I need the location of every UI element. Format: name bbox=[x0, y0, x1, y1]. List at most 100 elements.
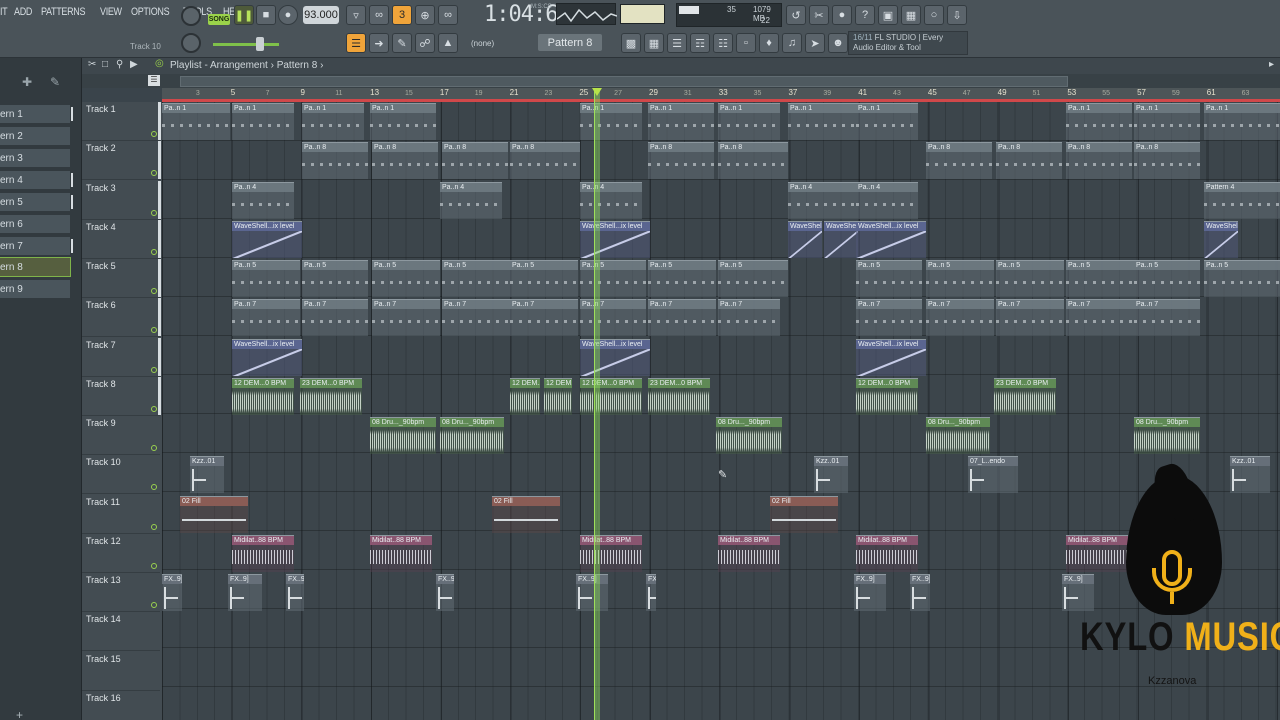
track-mute-strip[interactable] bbox=[158, 259, 161, 297]
playlist-clip[interactable]: 12 DEM...0 BPM bbox=[544, 377, 572, 415]
playlist-clip[interactable]: Pa..n 4 bbox=[440, 181, 502, 219]
playlist-clip[interactable]: Pa..n 1 bbox=[788, 103, 856, 140]
playlist-clip[interactable]: Kzz..01 bbox=[190, 456, 224, 494]
playlist-clip[interactable]: Pa..n 5 bbox=[1204, 260, 1280, 297]
pattern-item-8[interactable]: ern 8 bbox=[0, 257, 71, 277]
playlist-clip[interactable]: Pa..n 8 bbox=[718, 142, 788, 180]
playlist-clip[interactable]: Pa..n 5 bbox=[1134, 260, 1200, 297]
track-mute-strip[interactable] bbox=[158, 337, 161, 376]
track-header[interactable]: Track 3 bbox=[82, 180, 161, 220]
playlist-clip[interactable]: Pa..n 8 bbox=[510, 142, 580, 180]
playlist-clip[interactable]: Midilat..88 BPM bbox=[580, 534, 642, 572]
track-mute-strip[interactable] bbox=[158, 376, 161, 415]
playlist-clip[interactable]: WaveShell...ix level bbox=[232, 220, 302, 258]
pattern-item-4[interactable]: ern 4 bbox=[0, 171, 73, 189]
playlist-clip[interactable]: Pa..n 7 bbox=[648, 299, 716, 337]
song-mode-indicator[interactable]: SONG bbox=[208, 14, 230, 25]
stop-icon[interactable]: ■ bbox=[256, 5, 276, 25]
slice-icon[interactable]: ✂ bbox=[88, 59, 96, 70]
playlist-clip[interactable]: 02 Fill bbox=[770, 495, 838, 533]
playlist-clip[interactable]: WaveShell...ix level bbox=[1204, 220, 1238, 258]
track-active-led-icon[interactable] bbox=[151, 131, 157, 137]
playlist-clip[interactable]: Pa..n 8 bbox=[372, 142, 438, 180]
playlist-clip[interactable]: 23 DEM...0 BPM bbox=[300, 377, 362, 415]
playlist-clip[interactable]: Pa..n 1 bbox=[1204, 103, 1280, 140]
playlist-clip[interactable]: Pa..n 5 bbox=[580, 260, 646, 297]
arrow-icon[interactable]: ➜ bbox=[369, 33, 389, 53]
playlist-clip[interactable]: Pa..n 5 bbox=[1066, 260, 1134, 297]
zoom-icon[interactable]: ⚲ bbox=[116, 59, 123, 70]
link-icon[interactable]: ☍ bbox=[415, 33, 435, 53]
countdown-icon[interactable]: 3 bbox=[392, 5, 412, 25]
playlist-clip[interactable]: Pa..n 4 bbox=[232, 181, 294, 219]
playlist-clip[interactable]: Pa..n 1 bbox=[718, 103, 780, 140]
playlist-clip[interactable]: 12 DEM...0 BPM bbox=[510, 377, 540, 415]
playlist-clip[interactable]: Pa..n 7 bbox=[926, 299, 994, 337]
playlist-clip[interactable]: Pa..n 5 bbox=[302, 260, 368, 297]
track-mute-strip[interactable] bbox=[158, 298, 161, 337]
playlist-clip[interactable]: 23 DEM...0 BPM bbox=[994, 377, 1056, 415]
playhead[interactable] bbox=[594, 88, 600, 720]
playlist-clip[interactable]: Midilat..88 BPM bbox=[370, 534, 432, 572]
pattern-item-9[interactable]: ern 9 bbox=[0, 280, 70, 298]
playlist-clip[interactable]: Pa..n 5 bbox=[442, 260, 510, 297]
plugin-icon[interactable]: ♦ bbox=[759, 33, 779, 53]
undo-icon[interactable]: ↺ bbox=[786, 5, 806, 25]
plus-icon[interactable]: ✚ bbox=[22, 75, 32, 89]
track-header[interactable]: Track 11 bbox=[82, 495, 160, 534]
playlist-clip[interactable]: Pa..n 7 bbox=[232, 299, 300, 337]
playlist-clip[interactable]: Pa..n 5 bbox=[996, 260, 1064, 297]
track-active-led-icon[interactable] bbox=[151, 366, 157, 373]
playlist-clip[interactable]: WaveShell...ix level bbox=[856, 338, 926, 376]
track-header[interactable]: Track 14 bbox=[82, 612, 160, 652]
menu-add[interactable]: ADD bbox=[14, 6, 32, 22]
track-header[interactable]: Track 12 bbox=[82, 534, 160, 573]
playlist-clip[interactable]: Midilat..88 BPM bbox=[856, 534, 918, 572]
pattern-item-6[interactable]: ern 6 bbox=[0, 215, 70, 233]
track-header[interactable]: Track 10 bbox=[82, 455, 160, 495]
playlist-clip[interactable]: FX..9] bbox=[576, 574, 608, 611]
track-mute-strip[interactable] bbox=[158, 102, 161, 140]
play-icon[interactable]: ❚❚ bbox=[234, 5, 254, 25]
playlist-clip[interactable]: Pa..n 4 bbox=[788, 181, 856, 219]
playlist-clip[interactable]: 07_L..endo bbox=[968, 456, 1018, 494]
playlist-clip[interactable]: Pa..n 7 bbox=[302, 299, 368, 337]
playlist-clip[interactable]: Pa..n 7 bbox=[856, 299, 922, 337]
horizontal-scrollbar[interactable] bbox=[180, 76, 1068, 87]
track-mute-strip[interactable] bbox=[158, 219, 161, 258]
channel-rack-icon[interactable]: ▦ bbox=[644, 33, 664, 53]
person-icon[interactable]: ☻ bbox=[828, 33, 848, 53]
pattern-item-5[interactable]: ern 5 bbox=[0, 193, 73, 211]
blend-notes-icon[interactable]: ⊕ bbox=[415, 5, 435, 25]
track-active-led-icon[interactable] bbox=[151, 209, 157, 216]
cut-icon[interactable]: ✂ bbox=[809, 5, 829, 25]
stamp-icon[interactable]: ▲ bbox=[438, 33, 458, 53]
mixer-icon[interactable]: ☰ bbox=[667, 33, 687, 53]
playback-icon[interactable]: ▶ bbox=[130, 59, 138, 70]
pattern-item-3[interactable]: ern 3 bbox=[0, 149, 70, 167]
track-active-led-icon[interactable] bbox=[151, 562, 157, 569]
playlist-clip[interactable]: 08 Dru..._90bpm bbox=[926, 417, 990, 454]
playlist-clip[interactable]: FX..9] bbox=[436, 574, 454, 611]
eq-icon[interactable]: ☶ bbox=[690, 33, 710, 53]
playlist-clip[interactable]: Pa..n 7 bbox=[442, 299, 510, 337]
playlist-clip[interactable]: 02 Fill bbox=[492, 495, 560, 533]
playlist-clip[interactable]: Pa..n 8 bbox=[648, 142, 714, 180]
playlist-clip[interactable]: Pa..n 7 bbox=[510, 299, 578, 337]
playlist-clip[interactable]: Pa..n 4 bbox=[856, 181, 918, 219]
track-header[interactable]: Track 13 bbox=[82, 573, 160, 612]
playhead-marker-icon[interactable] bbox=[592, 88, 602, 96]
track-active-led-icon[interactable] bbox=[151, 523, 157, 530]
playlist-clip[interactable]: Pa..n 5 bbox=[232, 260, 300, 297]
playlist-clip[interactable]: Pa..n 8 bbox=[926, 142, 992, 180]
file-icon[interactable]: ▫ bbox=[736, 33, 756, 53]
track-header[interactable]: Track 15 bbox=[82, 652, 160, 691]
playlist-clip[interactable]: Pa..n 1 bbox=[370, 103, 436, 140]
pattern-none-selector[interactable]: (none) bbox=[471, 36, 521, 50]
pattern-item-7[interactable]: ern 7 bbox=[0, 237, 73, 255]
playlist-clip[interactable]: Pattern 4 bbox=[1204, 181, 1280, 219]
playlist-clip[interactable]: 08 Dru..._90bpm bbox=[716, 417, 782, 454]
playlist-clip[interactable]: WaveShell...ix level bbox=[232, 338, 302, 376]
playlist-clip[interactable]: 02 Fill bbox=[180, 495, 248, 533]
playlist-clip[interactable]: Pa..n 7 bbox=[1134, 299, 1200, 337]
